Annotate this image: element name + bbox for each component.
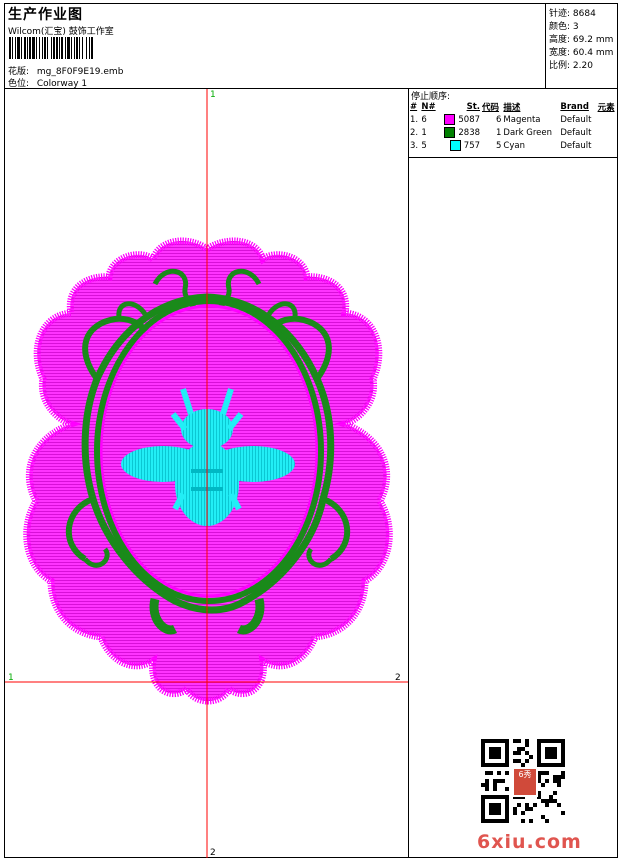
- color-swatch: [444, 127, 456, 138]
- stat-value: 69.2 mm: [572, 35, 614, 45]
- production-worksheet: 生产作业图 Wilcom(汇宝) 鼓饰工作室 花版: mg_8F0F9E19.e…: [4, 3, 618, 858]
- stat-value: 8684: [572, 9, 596, 19]
- stop-sequence-table: # N# St. 代码 描述 Brand 元素 1. 6 5087 6 Magenta D…: [409, 101, 618, 152]
- col-number: #: [410, 102, 418, 112]
- row-brand: Default: [560, 127, 592, 138]
- qr-stamp-logo: 6秀: [512, 767, 538, 797]
- stop-row: 1. 6 5087 6 Magenta Default: [409, 113, 618, 126]
- row-needle: 1: [421, 127, 427, 138]
- company-name: Wilcom(汇宝) 鼓饰工作室: [8, 27, 114, 37]
- row-needle: 5: [421, 140, 427, 151]
- col-stitches: St.: [466, 102, 481, 112]
- stat-height: 高度: 69.2 mm: [549, 32, 613, 45]
- watermark: 6xiu.com: [477, 831, 582, 853]
- color-swatch: [449, 140, 461, 151]
- stat-label: 针迹:: [549, 9, 571, 19]
- col-needle: N#: [421, 102, 436, 112]
- stop-sequence-panel: 停止顺序: # N# St. 代码 描述 Brand 元素 1. 6 5087 6 Ma…: [409, 89, 618, 858]
- stat-width: 宽度: 60.4 mm: [549, 45, 613, 58]
- row-stitches: 757: [463, 141, 481, 151]
- barcode-bar: [91, 37, 93, 59]
- colorway-label: 色位:: [8, 79, 30, 89]
- axis-marker-right: 2: [395, 673, 401, 683]
- color-swatch: [444, 114, 456, 125]
- col-code: 代码: [482, 103, 500, 113]
- embroidery-preview: 1 1 2 2: [5, 89, 408, 858]
- row-brand: Default: [560, 114, 592, 125]
- stat-colors: 颜色: 3: [549, 19, 579, 32]
- watermark-suffix: .com: [526, 831, 582, 853]
- row-description: Cyan: [503, 140, 525, 151]
- watermark-main: 6xiu: [477, 831, 527, 853]
- colorway-value: Colorway 1: [36, 79, 88, 89]
- header-info: 生产作业图 Wilcom(汇宝) 鼓饰工作室 花版: mg_8F0F9E19.e…: [5, 4, 546, 89]
- panel-divider: [409, 157, 618, 158]
- barcode: [9, 37, 185, 59]
- row-number: 2.: [410, 127, 419, 138]
- stat-value: 60.4 mm: [572, 48, 614, 58]
- stat-label: 比例:: [549, 61, 571, 71]
- row-stitches: 5087: [458, 115, 481, 125]
- stop-row: 3. 5 757 5 Cyan Default: [409, 139, 618, 152]
- row-description: Dark Green: [503, 127, 553, 138]
- qr-code: 6秀: [481, 739, 565, 823]
- row-description: Magenta: [503, 114, 541, 125]
- table-header-row: # N# St. 代码 描述 Brand 元素: [409, 101, 618, 113]
- col-description: 描述: [503, 103, 521, 113]
- stop-row: 2. 1 2838 1 Dark Green Default: [409, 126, 618, 139]
- axis-marker-top: 1: [210, 90, 216, 100]
- colorway-row: 色位: Colorway 1: [8, 76, 87, 89]
- stat-label: 高度:: [549, 35, 571, 45]
- stat-stitches: 针迹: 8684: [549, 6, 596, 19]
- stat-scale: 比例: 2.20: [549, 58, 593, 71]
- row-code: 1: [495, 127, 502, 138]
- axis-marker-left: 1: [8, 673, 14, 683]
- col-brand: Brand: [560, 102, 589, 112]
- stats-box: 针迹: 8684 颜色: 3 高度: 69.2 mm 宽度: 60.4 mm 比…: [546, 4, 618, 89]
- row-brand: Default: [560, 140, 592, 151]
- row-number: 3.: [410, 140, 419, 151]
- row-number: 1.: [410, 114, 419, 125]
- stat-value: 2.20: [572, 61, 593, 71]
- row-needle: 6: [421, 114, 427, 125]
- design-canvas: 1 1 2 2: [5, 89, 409, 858]
- stat-value: 3: [572, 22, 579, 32]
- col-element: 元素: [597, 103, 615, 113]
- row-code: 6: [495, 114, 502, 125]
- page-title: 生产作业图: [8, 7, 83, 23]
- row-stitches: 2838: [458, 128, 481, 138]
- stat-label: 颜色:: [549, 22, 571, 32]
- axis-marker-bottom: 2: [210, 848, 216, 858]
- row-code: 5: [495, 140, 502, 151]
- stat-label: 宽度:: [549, 48, 571, 58]
